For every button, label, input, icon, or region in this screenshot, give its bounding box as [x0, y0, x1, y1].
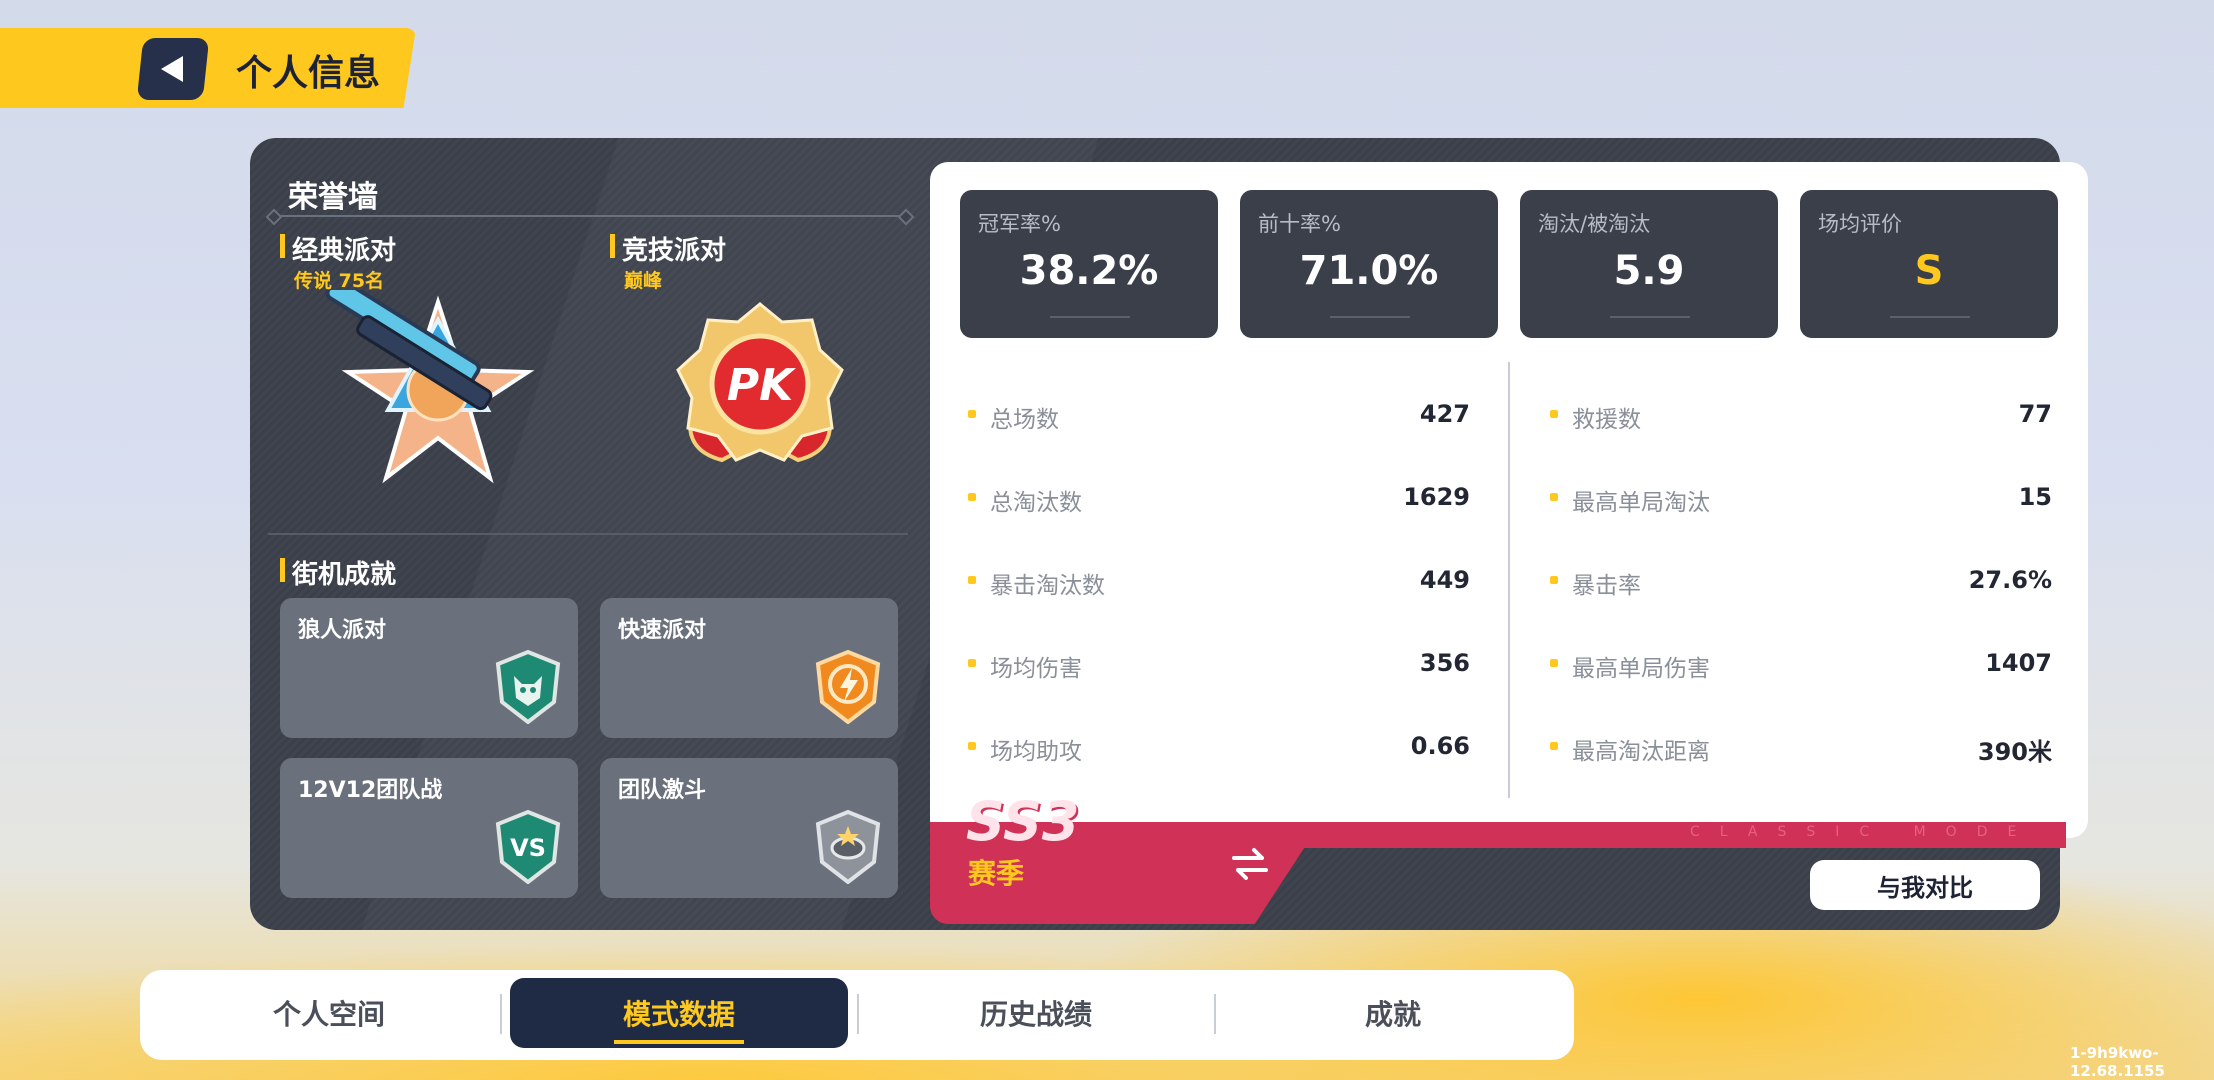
- swap-icon[interactable]: [1230, 846, 1270, 882]
- back-button[interactable]: [136, 38, 210, 100]
- stat-row: 救援数 77: [1550, 394, 2052, 434]
- stat-box-kd: 淘汰/被淘汰 5.9: [1520, 190, 1778, 338]
- competitive-party-title: 竞技派对: [610, 230, 726, 267]
- compare-with-me-button[interactable]: 与我对比: [1810, 860, 2040, 910]
- arcade-card-werewolf[interactable]: 狼人派对: [280, 598, 578, 738]
- tab-achievements[interactable]: 成就: [1224, 978, 1562, 1048]
- honor-wall-divider: [272, 215, 908, 217]
- arcade-card-team-brawl[interactable]: 团队激斗: [600, 758, 898, 898]
- season-label: 赛季: [968, 857, 1025, 890]
- stat-row: 总淘汰数 1629: [968, 477, 1470, 517]
- stat-box-top10-rate: 前十率% 71.0%: [1240, 190, 1498, 338]
- pk-badge-text: PK: [727, 360, 796, 411]
- stat-row: 最高单局伤害 1407: [1550, 643, 2052, 683]
- classic-party-rank: 传说 75名: [294, 270, 385, 292]
- svg-text:VS: VS: [510, 834, 546, 862]
- stat-box-avg-rating: 场均评价 S: [1800, 190, 2058, 338]
- stat-row: 最高单局淘汰 15: [1550, 477, 2052, 517]
- tab-mode-data[interactable]: 模式数据: [510, 978, 848, 1048]
- arcade-achievements-title: 街机成就: [280, 554, 396, 591]
- stat-box-win-rate: 冠军率% 38.2%: [960, 190, 1218, 338]
- section-divider: [268, 533, 908, 535]
- stat-row: 暴击淘汰数 449: [968, 560, 1470, 600]
- version-label: 1-9h9kwo-12.68.1155: [2070, 1044, 2165, 1080]
- lightning-badge-icon: [815, 650, 881, 724]
- competitive-party-rank: 巅峰: [624, 270, 663, 292]
- classic-party-title: 经典派对: [280, 230, 396, 267]
- stat-row: 最高淘汰距离 390米: [1550, 726, 2052, 766]
- stat-row: 场均伤害 356: [968, 643, 1470, 683]
- stats-column-divider: [1508, 362, 1510, 798]
- stat-row: 暴击率 27.6%: [1550, 560, 2052, 600]
- page-title: 个人信息: [236, 53, 381, 94]
- honor-wall-title: 荣誉墙: [288, 180, 378, 215]
- team-brawl-badge-icon: [815, 810, 881, 884]
- tab-personal-space[interactable]: 个人空间: [160, 978, 498, 1048]
- vs-badge-icon: VS: [495, 810, 561, 884]
- arcade-card-12v12[interactable]: 12V12团队战 VS: [280, 758, 578, 898]
- stat-row: 总场数 427: [968, 394, 1470, 434]
- competitive-peak-badge-icon[interactable]: PK: [672, 300, 848, 476]
- arcade-card-quick-party[interactable]: 快速派对: [600, 598, 898, 738]
- classic-legend-badge-icon[interactable]: [310, 290, 540, 490]
- tab-match-history[interactable]: 历史战绩: [867, 978, 1205, 1048]
- wolf-badge-icon: [495, 650, 561, 724]
- stat-row: 场均助攻 0.66: [968, 726, 1470, 766]
- season-watermark: CLASSIC MODE: [1690, 824, 2037, 840]
- bottom-tab-bar: 个人空间 模式数据 历史战绩 成就: [140, 970, 1574, 1060]
- season-code: SS3: [966, 790, 1080, 853]
- back-arrow-icon: [161, 56, 183, 82]
